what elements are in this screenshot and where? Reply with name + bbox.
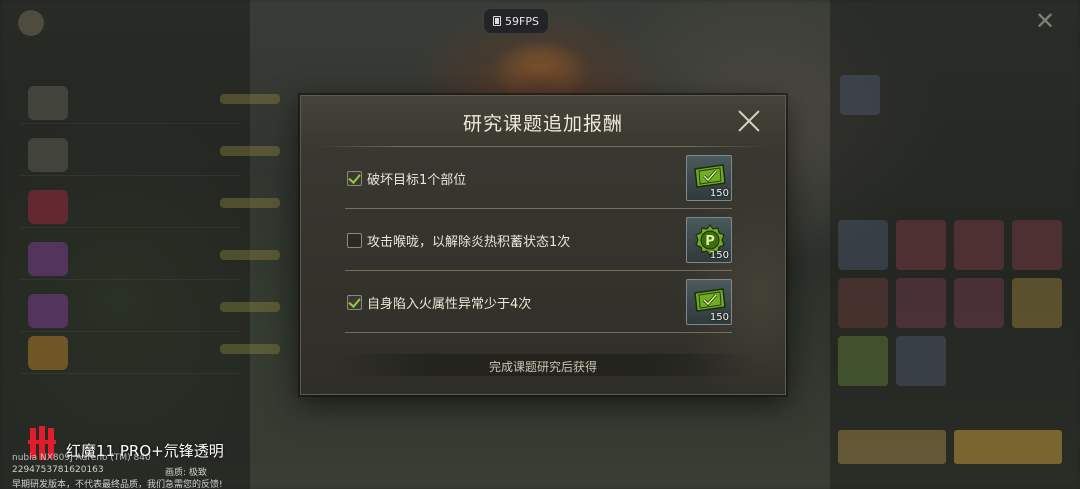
- objective-text: 破坏目标1个部位: [367, 173, 467, 188]
- primary-button[interactable]: [954, 430, 1062, 464]
- dialog-title: 研究课题追加报酬: [462, 113, 623, 135]
- close-button[interactable]: [735, 107, 763, 135]
- item-tile[interactable]: [838, 336, 888, 386]
- item-tile[interactable]: [1012, 278, 1062, 328]
- disclaimer: 早期研发版本，不代表最终品质，我们急需您的反馈!: [12, 480, 223, 489]
- bonus-reward-dialog: 研究课题追加报酬 破坏目标1个部位 150 攻击喉咙，以解除炎热积蓄状态1次 P…: [300, 95, 786, 395]
- item-tile[interactable]: [954, 220, 1004, 270]
- objective-text: 自身陷入火属性异常少于4次: [367, 297, 532, 312]
- list-item[interactable]: [20, 132, 280, 176]
- reward-quantity: 150: [709, 188, 729, 199]
- item-tile[interactable]: [896, 336, 946, 386]
- objective-row: 攻击喉咙，以解除炎热积蓄状态1次 P 150: [345, 217, 732, 271]
- fps-counter: 59FPS: [483, 8, 549, 34]
- item-tile[interactable]: [896, 278, 946, 328]
- menu-icon[interactable]: [18, 10, 44, 36]
- item-tile[interactable]: [838, 278, 888, 328]
- objective-checkbox: [347, 295, 362, 310]
- list-item[interactable]: [20, 330, 280, 374]
- item-tile[interactable]: [896, 220, 946, 270]
- objective-checkbox: [347, 171, 362, 186]
- objective-row: 自身陷入火属性异常少于4次 150: [345, 279, 732, 333]
- list-item[interactable]: [20, 236, 280, 280]
- secondary-button[interactable]: [838, 430, 946, 464]
- objective-checkbox: [347, 233, 362, 248]
- list-item[interactable]: [20, 80, 280, 124]
- svg-text:P: P: [705, 234, 715, 249]
- fps-label: 59FPS: [505, 14, 539, 28]
- dialog-footer: 完成课题研究后获得: [488, 360, 597, 374]
- objective-row: 破坏目标1个部位 150: [345, 155, 732, 209]
- close-icon[interactable]: ✕: [1032, 8, 1058, 34]
- item-tile[interactable]: [954, 278, 1004, 328]
- green-ticket-icon[interactable]: 150: [686, 279, 732, 325]
- gpu-info: nubia NX809J Adreno (TM) 840: [12, 453, 151, 463]
- serial-number: 2294753781620163: [12, 465, 104, 475]
- green-ticket-icon[interactable]: 150: [686, 155, 732, 201]
- quest-list-panel: [0, 0, 280, 489]
- item-tile[interactable]: [838, 220, 888, 270]
- green-p-badge-icon[interactable]: P 150: [686, 217, 732, 263]
- list-item[interactable]: [20, 184, 280, 228]
- phone-icon: [493, 16, 502, 26]
- reward-quantity: 150: [709, 312, 729, 323]
- monster-thumbnail: [840, 75, 880, 115]
- divider: [317, 146, 769, 147]
- list-item[interactable]: [20, 288, 280, 332]
- item-tile[interactable]: [1012, 220, 1062, 270]
- reward-detail-panel: ✕: [830, 0, 1080, 489]
- reward-quantity: 150: [709, 250, 729, 261]
- objective-text: 攻击喉咙，以解除炎热积蓄状态1次: [367, 235, 571, 250]
